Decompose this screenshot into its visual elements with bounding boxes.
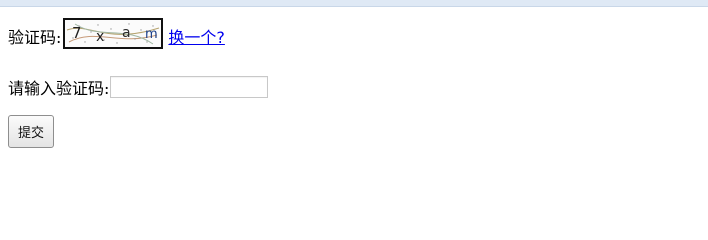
refresh-captcha-link[interactable]: 换一个? — [168, 24, 225, 48]
captcha-input-label: 请输入验证码: — [8, 79, 110, 98]
captcha-input[interactable] — [110, 76, 269, 98]
input-row: 请输入验证码: — [8, 75, 269, 99]
svg-text:x: x — [96, 29, 104, 45]
svg-text:a: a — [122, 25, 131, 41]
svg-text:m: m — [145, 27, 158, 42]
submit-row: 提交 — [8, 115, 54, 148]
captcha-row: 验证码: 7 x a m 换一个? — [8, 18, 225, 51]
captcha-label: 验证码: — [8, 27, 62, 47]
captcha-graphic: 7 x a m — [67, 23, 160, 45]
browser-top-strip — [0, 0, 708, 7]
captcha-image: 7 x a m — [63, 18, 164, 49]
submit-button[interactable]: 提交 — [8, 115, 54, 148]
svg-text:7: 7 — [72, 24, 82, 42]
